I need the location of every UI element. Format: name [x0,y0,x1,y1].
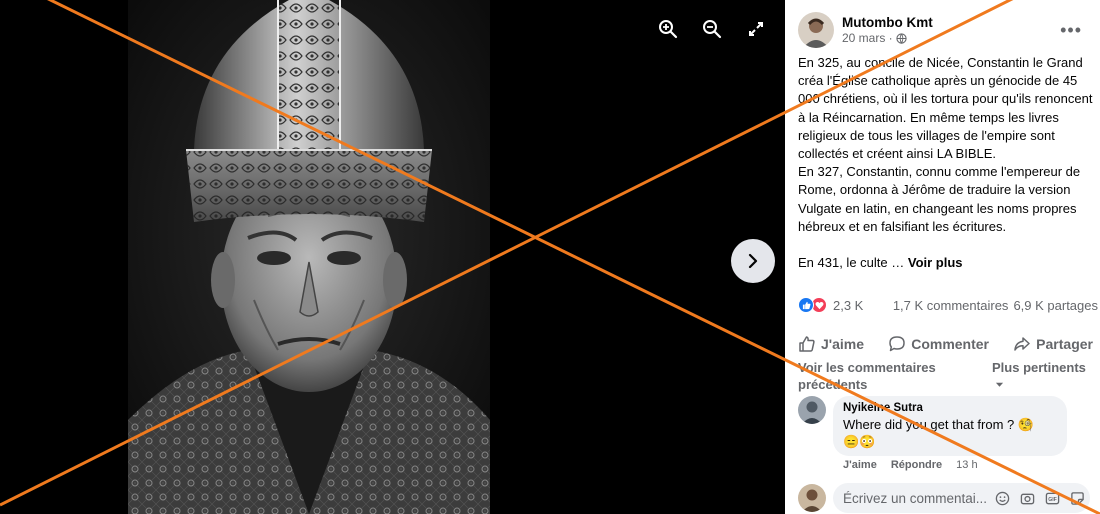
author-meta: Mutombo Kmt 20 mars · [842,14,933,46]
view-previous-comments-link[interactable]: Voir les commentaires précédents [798,359,948,393]
zoom-in-icon[interactable] [657,18,679,40]
comment-text: Where did you get that from ? 🧐 [843,417,1035,432]
comment-count[interactable]: 1,7 K commentaires [893,298,1009,313]
comment-emojis: 😑😳 [843,434,876,449]
share-button[interactable]: Partager [1013,335,1093,353]
comment-bubble-icon [889,336,905,352]
post-paragraph-truncated: En 431, le culte … Voir plus [798,254,1098,272]
composer-tools: GIF [994,490,1085,506]
post-truncated-text: En 431, le culte … [798,255,905,271]
comment-button[interactable]: Commenter [888,335,989,353]
post-paragraph: En 325, au concile de Nicée, Constantin … [798,55,1093,162]
next-photo-button[interactable] [731,239,775,283]
comment-meta: J'aime Répondre 13 h [843,459,978,471]
camera-icon[interactable] [1019,490,1035,506]
comment-label: Commenter [911,336,989,352]
svg-text:GIF: GIF [1048,496,1057,502]
post-paragraph: En 327, Constantin, connu comme l'empere… [798,164,1081,234]
comment-author[interactable]: Nyikeine Sutra [843,401,1057,416]
author-name[interactable]: Mutombo Kmt [842,14,933,31]
reaction-icons[interactable] [798,297,827,313]
see-more-link[interactable]: Voir plus [908,255,963,270]
post-body: En 325, au concile de Nicée, Constantin … [798,54,1098,272]
post-photo[interactable] [128,0,490,514]
post-timestamp[interactable]: 20 mars · [842,31,933,46]
caret-down-icon [995,382,1004,387]
post-panel: Mutombo Kmt 20 mars · ••• En 325, au con… [785,0,1100,514]
engagement-counts: 1,7 K commentaires 6,9 K partages [893,298,1098,313]
comment-sort-label: Plus pertinents [992,360,1086,375]
fullscreen-icon[interactable] [745,18,767,40]
globe-icon [896,33,907,44]
comment-time[interactable]: 13 h [956,459,977,471]
avatar[interactable] [798,396,826,424]
share-arrow-icon [1014,337,1030,351]
comment-bubble: Nyikeine Sutra Where did you get that fr… [833,396,1067,456]
viewer-toolbar [657,18,767,40]
zoom-out-icon[interactable] [701,18,723,40]
comment-like-link[interactable]: J'aime [843,459,877,471]
sticker-icon[interactable] [1069,490,1085,506]
gif-icon[interactable]: GIF [1044,490,1060,506]
post-actions: J'aime Commenter Partager [798,330,1093,358]
comment-composer: GIF [798,483,1093,513]
comment-sort-dropdown[interactable]: Plus pertinents [992,359,1092,393]
share-count[interactable]: 6,9 K partages [1013,298,1098,313]
reactions-summary: 2,3 K 1,7 K commentaires 6,9 K partages [798,297,1098,313]
chevron-right-icon [748,253,758,269]
like-button[interactable]: J'aime [798,335,864,353]
like-label: J'aime [821,336,865,352]
reaction-count[interactable]: 2,3 K [833,298,863,313]
post-header: Mutombo Kmt 20 mars · ••• [798,12,1090,48]
emoji-icon[interactable] [994,490,1010,506]
share-label: Partager [1036,336,1093,352]
page: Mutombo Kmt 20 mars · ••• En 325, au con… [0,0,1100,514]
like-reaction-icon [798,297,814,313]
bishop-portrait-image [128,0,490,514]
avatar[interactable] [798,484,826,512]
post-time-text: 20 mars · [842,31,893,45]
photo-viewer [0,0,785,514]
comment-reply-link[interactable]: Répondre [891,459,942,471]
more-options-button[interactable]: ••• [1060,20,1082,41]
thumbs-up-icon [799,336,815,352]
avatar[interactable] [798,12,834,48]
